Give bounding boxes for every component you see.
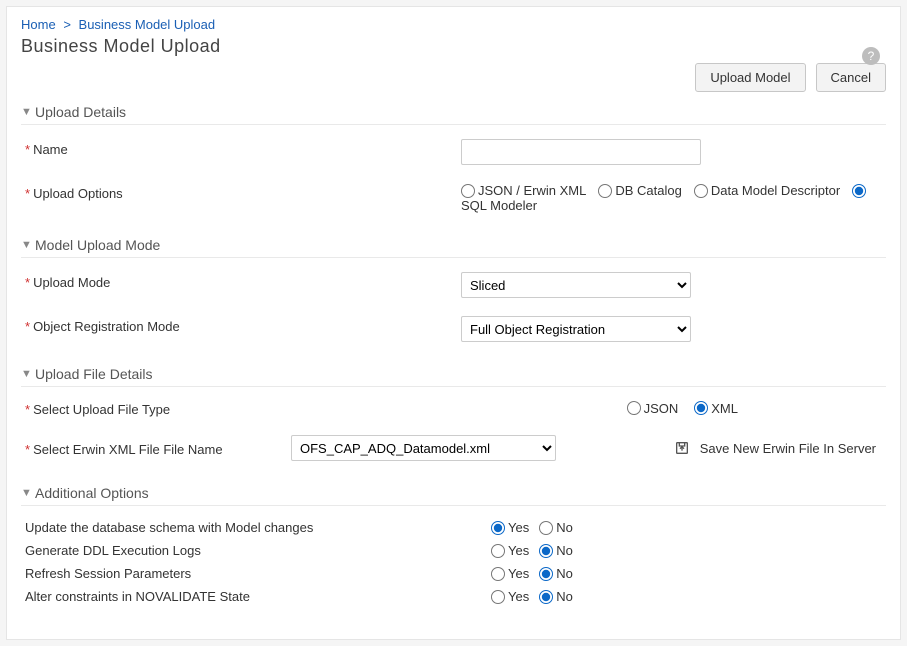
section-title: Model Upload Mode: [35, 237, 160, 253]
section-title: Upload File Details: [35, 366, 153, 382]
radio-sql-modeler[interactable]: [852, 184, 866, 198]
radio-gen-ddl-yes[interactable]: [491, 544, 505, 558]
chevron-down-icon: ▼: [21, 106, 31, 118]
update-schema-label: Update the database schema with Model ch…: [21, 520, 491, 535]
section-header-additional-options[interactable]: ▼ Additional Options: [21, 485, 886, 506]
row-object-registration: *Object Registration Mode Full Object Re…: [21, 312, 886, 356]
help-icon[interactable]: ?: [862, 47, 880, 65]
object-registration-label-text: Object Registration Mode: [33, 319, 180, 334]
erwin-file-label: *Select Erwin XML File File Name: [21, 439, 291, 457]
file-type-label: *Select Upload File Type: [21, 399, 291, 417]
breadcrumb-home-link[interactable]: Home: [21, 17, 56, 32]
alter-constraints-label: Alter constraints in NOVALIDATE State: [21, 589, 491, 604]
row-erwin-file: *Select Erwin XML File File Name OFS_CAP…: [21, 431, 886, 475]
refresh-session-label: Refresh Session Parameters: [21, 566, 491, 581]
section-additional-options: ▼ Additional Options Update the database…: [21, 485, 886, 608]
label-file-json: JSON: [644, 401, 679, 416]
row-refresh-session: Refresh Session Parameters Yes No: [21, 562, 886, 585]
label-yes: Yes: [508, 543, 529, 558]
row-name: *Name: [21, 135, 886, 179]
label-dmd: Data Model Descriptor: [711, 183, 840, 198]
radio-update-schema-yes[interactable]: [491, 521, 505, 535]
upload-mode-label: *Upload Mode: [21, 272, 291, 290]
save-icon: [674, 440, 690, 456]
section-title: Additional Options: [35, 485, 149, 501]
chevron-down-icon: ▼: [21, 368, 31, 380]
radio-alter-no[interactable]: [539, 590, 553, 604]
breadcrumb: Home > Business Model Upload: [21, 17, 886, 32]
radio-db-catalog[interactable]: [598, 184, 612, 198]
section-upload-details: ▼ Upload Details *Name *Upload Options J…: [21, 104, 886, 227]
row-update-schema: Update the database schema with Model ch…: [21, 516, 886, 539]
label-no: No: [556, 520, 573, 535]
radio-alter-yes[interactable]: [491, 590, 505, 604]
upload-options-label-text: Upload Options: [33, 186, 123, 201]
object-registration-label: *Object Registration Mode: [21, 316, 291, 334]
breadcrumb-current-link[interactable]: Business Model Upload: [79, 17, 216, 32]
action-bar: Upload Model Cancel: [21, 63, 886, 92]
section-header-upload-file-details[interactable]: ▼ Upload File Details: [21, 366, 886, 387]
label-yes: Yes: [508, 566, 529, 581]
label-no: No: [556, 566, 573, 581]
name-label: *Name: [21, 139, 291, 157]
radio-json-erwin[interactable]: [461, 184, 475, 198]
page-title: Business Model Upload: [21, 36, 886, 57]
section-header-upload-details[interactable]: ▼ Upload Details: [21, 104, 886, 125]
section-header-model-upload-mode[interactable]: ▼ Model Upload Mode: [21, 237, 886, 258]
radio-update-schema-no[interactable]: [539, 521, 553, 535]
row-upload-mode: *Upload Mode Sliced: [21, 268, 886, 312]
section-title: Upload Details: [35, 104, 126, 120]
save-new-file-text: Save New Erwin File In Server: [700, 441, 876, 456]
section-upload-file-details: ▼ Upload File Details *Select Upload Fil…: [21, 366, 886, 475]
chevron-down-icon: ▼: [21, 239, 31, 251]
label-no: No: [556, 589, 573, 604]
radio-file-json[interactable]: [627, 401, 641, 415]
page-container: Home > Business Model Upload Business Mo…: [6, 6, 901, 640]
label-yes: Yes: [508, 520, 529, 535]
gen-ddl-label: Generate DDL Execution Logs: [21, 543, 491, 558]
name-label-text: Name: [33, 142, 68, 157]
label-db-catalog: DB Catalog: [615, 183, 681, 198]
upload-model-button[interactable]: Upload Model: [695, 63, 805, 92]
radio-refresh-yes[interactable]: [491, 567, 505, 581]
erwin-file-label-text: Select Erwin XML File File Name: [33, 442, 223, 457]
upload-options-label: *Upload Options: [21, 183, 291, 201]
label-yes: Yes: [508, 589, 529, 604]
upload-mode-select[interactable]: Sliced: [461, 272, 691, 298]
label-file-xml: XML: [711, 401, 738, 416]
label-no: No: [556, 543, 573, 558]
upload-mode-label-text: Upload Mode: [33, 275, 110, 290]
label-sql-modeler: SQL Modeler: [461, 198, 537, 213]
radio-refresh-no[interactable]: [539, 567, 553, 581]
cancel-button[interactable]: Cancel: [816, 63, 886, 92]
chevron-down-icon: ▼: [21, 487, 31, 499]
save-new-file[interactable]: Save New Erwin File In Server: [674, 440, 876, 456]
file-type-label-text: Select Upload File Type: [33, 402, 170, 417]
row-upload-options: *Upload Options JSON / Erwin XML DB Cata…: [21, 179, 886, 227]
breadcrumb-separator: >: [63, 17, 71, 32]
radio-gen-ddl-no[interactable]: [539, 544, 553, 558]
name-input[interactable]: [461, 139, 701, 165]
upload-options-group: JSON / Erwin XML DB Catalog Data Model D…: [461, 183, 886, 198]
row-gen-ddl: Generate DDL Execution Logs Yes No: [21, 539, 886, 562]
file-type-group: JSON XML: [291, 401, 886, 416]
radio-dmd[interactable]: [694, 184, 708, 198]
section-model-upload-mode: ▼ Model Upload Mode *Upload Mode Sliced …: [21, 237, 886, 356]
radio-file-xml[interactable]: [694, 401, 708, 415]
row-file-type: *Select Upload File Type JSON XML: [21, 397, 886, 431]
label-json-erwin: JSON / Erwin XML: [478, 183, 586, 198]
erwin-file-select[interactable]: OFS_CAP_ADQ_Datamodel.xml: [291, 435, 556, 461]
object-registration-select[interactable]: Full Object Registration: [461, 316, 691, 342]
row-alter-constraints: Alter constraints in NOVALIDATE State Ye…: [21, 585, 886, 608]
